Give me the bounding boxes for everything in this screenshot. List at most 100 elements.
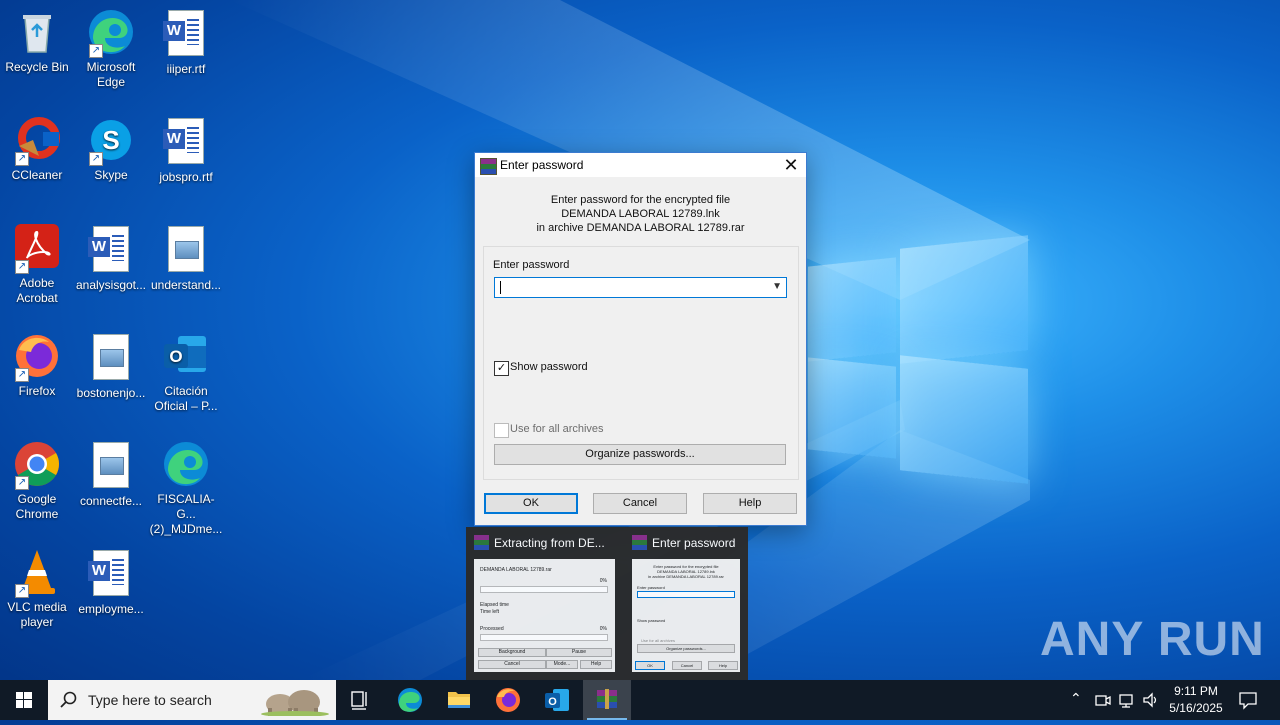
outlook-icon: O <box>545 689 569 711</box>
meet-now-icon[interactable] <box>1094 691 1112 709</box>
cancel-button[interactable]: Cancel <box>593 493 687 514</box>
edge-icon <box>398 688 422 712</box>
winrar-icon <box>632 535 647 550</box>
shortcut-arrow-icon: ↗ <box>15 368 29 382</box>
skype-icon: S ↗ <box>87 116 135 166</box>
windows-logo-pane <box>900 355 1028 484</box>
network-icon[interactable] <box>1118 691 1136 709</box>
desktop-icon-analysisgot[interactable]: W analysisgot... <box>73 224 149 293</box>
taskbar-thumbnail-preview: Extracting from DE... DEMANDA LABORAL 12… <box>466 527 748 680</box>
word-document-icon: W <box>162 10 210 58</box>
show-password-checkbox[interactable]: ✓ <box>494 361 509 376</box>
taskbar-file-explorer[interactable] <box>435 680 483 720</box>
image-file-icon <box>87 334 135 382</box>
help-button[interactable]: Help <box>703 493 797 514</box>
desktop-icon-understand[interactable]: understand... <box>148 224 224 293</box>
password-group: Enter password ▼ ✓ Show password Use for… <box>483 246 799 480</box>
chevron-up-icon[interactable]: ⌃ <box>1070 690 1082 707</box>
close-icon[interactable]: ✕ <box>776 153 806 177</box>
notification-icon[interactable] <box>1238 690 1258 710</box>
outlook-message-icon: O <box>162 332 210 380</box>
vlc-cone-icon: ↗ <box>13 548 61 598</box>
desktop-icon-microsoft-edge[interactable]: ↗ Microsoft Edge <box>73 8 149 90</box>
ok-button[interactable]: OK <box>484 493 578 514</box>
firefox-icon: ↗ <box>13 332 61 382</box>
shortcut-arrow-icon: ↗ <box>15 152 29 166</box>
desktop-icon-adobe-acrobat[interactable]: ↗ Adobe Acrobat <box>0 224 75 306</box>
task-view-button[interactable] <box>336 680 384 720</box>
text-caret <box>500 281 501 294</box>
word-document-icon: W <box>87 226 135 274</box>
start-button[interactable] <box>0 680 48 720</box>
desktop-icon-skype[interactable]: S ↗ Skype <box>73 116 149 183</box>
thumbnail-extracting[interactable]: Extracting from DE... DEMANDA LABORAL 12… <box>466 527 615 680</box>
taskbar-firefox[interactable] <box>484 680 532 720</box>
svg-text:S: S <box>102 125 119 155</box>
password-label: Enter password <box>493 259 570 271</box>
desktop-icon-jobspro[interactable]: W jobspro.rtf <box>148 116 224 185</box>
windows-logo-pane <box>808 357 896 459</box>
dialog-titlebar[interactable]: Enter password ✕ <box>475 153 806 177</box>
organize-passwords-button[interactable]: Organize passwords... <box>494 444 786 465</box>
edge-html-icon <box>162 440 210 488</box>
taskbar: Type here to search O ⌃ 9:11 PM 5/16/202… <box>0 680 1280 720</box>
thumbnail-enter-password[interactable]: Enter password Enter password for the en… <box>624 527 748 680</box>
desktop-icon-employme[interactable]: W employme... <box>73 548 149 617</box>
folder-icon <box>448 692 470 708</box>
taskbar-outlook[interactable]: O <box>533 680 581 720</box>
ccleaner-icon: ↗ <box>13 116 61 166</box>
thumbnail-password-body: Enter password for the encrypted file DE… <box>632 559 740 672</box>
thumbnail-extract-body: DEMANDA LABORAL 12789.rar 0% Elapsed tim… <box>474 559 615 672</box>
clock-date[interactable]: 5/16/2025 <box>1164 701 1228 715</box>
windows-start-icon <box>16 692 32 708</box>
elephants-search-highlight-icon <box>261 690 329 716</box>
windows-logo-pane <box>808 257 896 362</box>
image-file-icon <box>162 226 210 274</box>
chevron-down-icon[interactable]: ▼ <box>772 281 782 292</box>
clock-time[interactable]: 9:11 PM <box>1164 684 1228 698</box>
progress-bar <box>480 634 608 641</box>
desktop-icon-vlc[interactable]: ↗ VLC media player <box>0 548 75 630</box>
adobe-acrobat-icon: ↗ <box>13 224 61 274</box>
anyrun-watermark: ANY RUN <box>1040 613 1265 666</box>
search-icon <box>60 691 77 708</box>
dialog-title: Enter password <box>500 158 584 172</box>
edge-icon: ↗ <box>87 8 135 58</box>
shortcut-arrow-icon: ↗ <box>15 476 29 490</box>
desktop-icon-firefox[interactable]: ↗ Firefox <box>0 332 75 399</box>
winrar-icon <box>474 535 489 550</box>
taskbar-winrar[interactable] <box>583 680 631 720</box>
winrar-icon <box>480 158 497 175</box>
use-for-all-archives-checkbox[interactable] <box>494 423 509 438</box>
password-field-mini <box>637 591 735 598</box>
password-combobox[interactable]: ▼ <box>494 277 787 298</box>
desktop-icon-google-chrome[interactable]: ↗ Google Chrome <box>0 440 75 522</box>
desktop-icon-iiiper[interactable]: W iiiper.rtf <box>148 8 224 77</box>
desktop-icon-ccleaner[interactable]: ↗ CCleaner <box>0 116 75 183</box>
show-password-label[interactable]: Show password <box>510 361 588 373</box>
task-view-icon <box>351 691 367 710</box>
recycle-bin-icon <box>13 8 61 56</box>
progress-bar <box>480 586 608 593</box>
word-document-icon: W <box>162 118 210 166</box>
desktop-icon-recycle-bin[interactable]: Recycle Bin <box>0 8 75 75</box>
svg-text:O: O <box>548 696 557 708</box>
svg-text:O: O <box>169 347 182 366</box>
desktop-icon-fiscalia[interactable]: FISCALIA-G... (2)_MJDme... <box>148 440 224 537</box>
volume-icon[interactable] <box>1142 691 1160 709</box>
enter-password-dialog: Enter password ✕ Enter password for the … <box>474 152 807 526</box>
desktop-icon-bostonenjo[interactable]: bostonenjo... <box>73 332 149 401</box>
taskbar-search-box[interactable]: Type here to search <box>48 680 336 720</box>
shortcut-arrow-icon: ↗ <box>15 584 29 598</box>
desktop-icon-connectfe[interactable]: connectfe... <box>73 440 149 509</box>
word-document-icon: W <box>87 550 135 598</box>
search-placeholder: Type here to search <box>88 692 212 708</box>
firefox-icon <box>496 688 520 712</box>
taskbar-edge[interactable] <box>386 680 434 720</box>
shortcut-arrow-icon: ↗ <box>89 152 103 166</box>
shortcut-arrow-icon: ↗ <box>89 44 103 58</box>
desktop-icon-citacion-oficial[interactable]: O Citación Oficial – P... <box>148 332 224 414</box>
image-file-icon <box>87 442 135 490</box>
use-for-all-archives-label: Use for all archives <box>510 423 604 435</box>
winrar-icon <box>597 689 617 709</box>
